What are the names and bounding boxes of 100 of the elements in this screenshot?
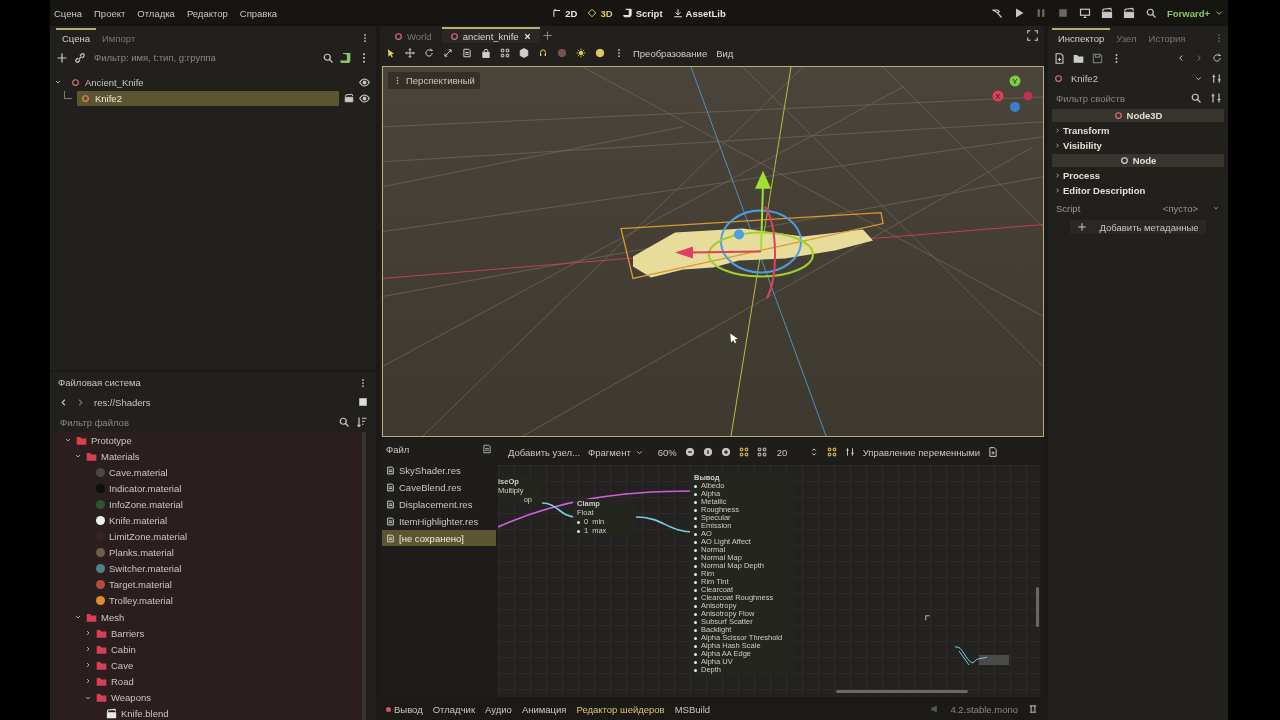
grid-icon[interactable]: [500, 48, 510, 58]
transform-gizmo[interactable]: [675, 170, 814, 300]
environment-icon[interactable]: [595, 48, 605, 58]
tree-item[interactable]: Ancient_Knife: [67, 74, 354, 90]
move-icon[interactable]: [405, 48, 415, 58]
file-item[interactable]: ItemHighlighter.res: [382, 513, 496, 529]
scene-tab[interactable]: World: [386, 27, 440, 43]
scene-tab[interactable]: ancient_knife: [441, 27, 540, 43]
add-icon[interactable]: [56, 51, 68, 64]
file-item[interactable]: InfoZone.material: [109, 498, 183, 510]
panel-tab[interactable]: Отладчик: [432, 703, 476, 715]
sort-icon[interactable]: [356, 416, 368, 428]
axis-dot[interactable]: [1010, 101, 1020, 112]
file-item[interactable]: Displacement.res: [382, 496, 496, 512]
chevron-icon[interactable]: [54, 78, 62, 86]
history-icon[interactable]: [1212, 53, 1222, 63]
magnifier-icon[interactable]: [1144, 7, 1157, 19]
dock-tab[interactable]: История: [1142, 28, 1192, 47]
scrollbar-thumb[interactable]: [1036, 587, 1039, 627]
menu-item[interactable]: Справка: [239, 7, 278, 19]
main-screen-tab[interactable]: 3D: [587, 7, 613, 19]
sphere-icon[interactable]: [557, 48, 567, 58]
search-icon[interactable]: [1190, 92, 1202, 104]
grid-icon[interactable]: [756, 447, 767, 457]
list-icon[interactable]: [462, 48, 472, 58]
panel-tab[interactable]: Аудио: [485, 703, 512, 715]
file-item[interactable]: Weapons: [111, 692, 151, 704]
file-item[interactable]: Knife.blend: [121, 708, 169, 720]
axis-dot[interactable]: [1023, 91, 1033, 101]
scrollbar-thumb[interactable]: [836, 690, 968, 693]
tree-item[interactable]: Knife2: [77, 90, 339, 106]
main-screen-tab[interactable]: AssetLib: [672, 7, 726, 19]
monitor-icon[interactable]: [1078, 7, 1091, 19]
cursor-icon[interactable]: [386, 48, 396, 58]
save-icon[interactable]: [1092, 52, 1103, 64]
mode-dropdown[interactable]: Фрагмент: [588, 446, 644, 458]
file-item[interactable]: [не сохранено]: [382, 530, 496, 546]
file-item[interactable]: Road: [111, 675, 134, 687]
magnet-icon[interactable]: [538, 48, 548, 58]
file-item[interactable]: Knife.material: [109, 515, 168, 526]
eye-icon[interactable]: [359, 76, 370, 88]
panel-tab[interactable]: Редактор шейдеров: [576, 703, 665, 715]
path-field[interactable]: res://Shaders: [92, 395, 352, 409]
zoom-reset-icon[interactable]: [702, 447, 713, 457]
menu-item[interactable]: Отладка: [137, 7, 175, 19]
rotate-icon[interactable]: [424, 48, 434, 58]
property-group[interactable]: Editor Description: [1052, 184, 1224, 197]
property-dropdown[interactable]: <пусто>: [1162, 202, 1220, 214]
script-icon[interactable]: [340, 51, 352, 64]
main-screen-tab[interactable]: 2D: [552, 7, 578, 19]
file-item[interactable]: Target.material: [109, 579, 172, 591]
new-resource-icon[interactable]: [1054, 52, 1065, 64]
property-group[interactable]: Visibility: [1052, 139, 1224, 152]
add-node-button[interactable]: Добавить узел...: [508, 446, 581, 458]
dock-tab[interactable]: Сцена: [56, 28, 96, 47]
open-folder-icon[interactable]: [1073, 52, 1084, 64]
property-group[interactable]: Transform: [1052, 124, 1224, 137]
clapper-icon[interactable]: [1100, 7, 1113, 19]
manage-variables-button[interactable]: Управление переменными: [862, 446, 981, 458]
lock-icon[interactable]: [481, 48, 491, 58]
dock-tab[interactable]: Узел: [1110, 28, 1143, 47]
view-menu-button[interactable]: Перспективный: [388, 72, 480, 89]
file-item[interactable]: Cave.material: [109, 466, 168, 478]
clapper-icon[interactable]: [1122, 7, 1135, 19]
clapper-icon[interactable]: [344, 93, 354, 103]
node-settings-icon[interactable]: [1211, 72, 1222, 84]
file-item[interactable]: CaveBlend.res: [382, 479, 496, 495]
file-item[interactable]: Indicator.material: [109, 482, 182, 494]
sliders-icon[interactable]: [1210, 92, 1222, 104]
cube-icon[interactable]: [519, 48, 529, 58]
filter-field[interactable]: Фильтр файлов: [58, 415, 332, 429]
file-item[interactable]: Cabin: [111, 643, 136, 655]
search-icon[interactable]: [322, 51, 334, 64]
file-item[interactable]: Prototype: [91, 434, 132, 446]
eye-icon[interactable]: [359, 92, 370, 104]
document-icon[interactable]: [988, 447, 999, 457]
filter-field[interactable]: Фильтр свойств: [1054, 91, 1182, 105]
panel-tab[interactable]: Анимация: [521, 703, 567, 715]
panel-tab[interactable]: MSBuild: [674, 703, 711, 715]
square-icon[interactable]: [358, 397, 368, 407]
dock-tab[interactable]: Импорт: [96, 28, 142, 47]
knife-model[interactable]: [620, 211, 884, 280]
panel-tab[interactable]: Вывод: [386, 703, 423, 715]
file-item[interactable]: Mesh: [101, 611, 125, 623]
file-item[interactable]: Planks.material: [109, 547, 174, 559]
menu-item[interactable]: Редактор: [186, 7, 228, 19]
snap-field[interactable]: 20: [774, 445, 801, 459]
fullscreen-icon[interactable]: [1027, 29, 1038, 41]
file-item[interactable]: Barriers: [111, 627, 145, 639]
add-tab-icon[interactable]: [541, 29, 553, 41]
file-item[interactable]: SkyShader.res: [382, 462, 496, 478]
grid-snap-icon[interactable]: [738, 447, 749, 457]
property-group[interactable]: Process: [1052, 169, 1224, 182]
renderer-dropdown[interactable]: Forward+: [1166, 7, 1224, 19]
dock-tab[interactable]: Инспектор: [1052, 28, 1111, 47]
menu-item[interactable]: Сцена: [54, 7, 82, 19]
filter-field[interactable]: Фильтр: имя, t:тип, g:группа: [92, 51, 316, 64]
file-item[interactable]: Trolley.material: [109, 595, 173, 607]
file-item[interactable]: Cave: [111, 659, 134, 671]
sun-icon[interactable]: [576, 48, 586, 58]
